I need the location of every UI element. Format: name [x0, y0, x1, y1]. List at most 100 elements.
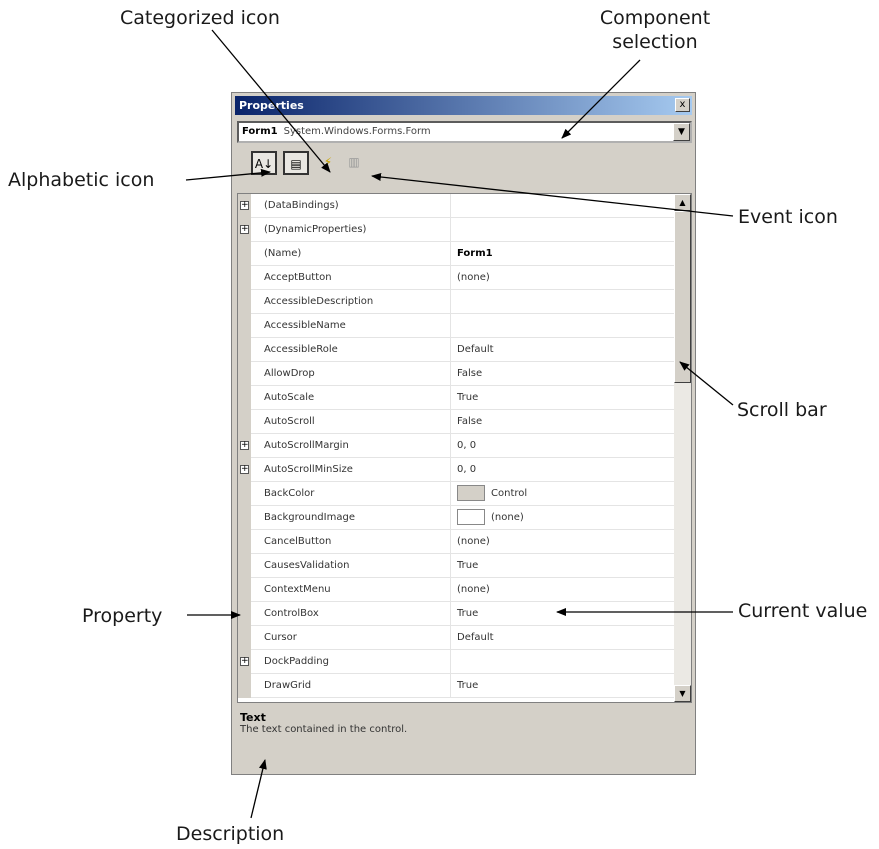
property-value[interactable]: True — [457, 554, 478, 578]
property-value-text: False — [457, 416, 483, 427]
property-name: (Name) — [264, 242, 451, 266]
property-value[interactable]: True — [457, 674, 478, 698]
callout-categorized-icon: Categorized icon — [120, 7, 280, 29]
row-gutter — [238, 314, 251, 338]
row-gutter — [238, 242, 251, 266]
expand-icon[interactable]: + — [240, 657, 249, 666]
property-value-text: True — [457, 608, 479, 619]
property-value-text: False — [457, 368, 483, 379]
description-title: Text — [240, 711, 266, 724]
property-row[interactable]: AutoScroll False — [238, 410, 691, 434]
property-value[interactable]: Form1 — [457, 242, 493, 266]
expand-icon[interactable]: + — [240, 201, 249, 210]
property-value[interactable]: False — [457, 362, 482, 386]
expand-icon[interactable]: + — [240, 441, 249, 450]
chevron-down-icon[interactable]: ▼ — [673, 123, 690, 141]
callout-description: Description — [176, 823, 285, 845]
property-row[interactable]: AccessibleName — [238, 314, 691, 338]
property-rows: + (DataBindings) + (DynamicProperties) (Name… — [238, 194, 691, 698]
row-gutter — [238, 554, 251, 578]
property-name: DrawGrid — [264, 674, 451, 698]
property-name: AutoScrollMinSize — [264, 458, 451, 482]
property-row[interactable]: ControlBox True — [238, 602, 691, 626]
property-value[interactable]: Control — [457, 482, 527, 506]
property-value-text: True — [457, 680, 479, 691]
callout-component-selection-line1: Component — [599, 7, 711, 29]
property-row[interactable]: + AutoScrollMargin 0, 0 — [238, 434, 691, 458]
property-value[interactable]: Default — [457, 626, 494, 650]
property-value[interactable]: (none) — [457, 530, 490, 554]
event-icon[interactable]: ⚡ — [315, 151, 341, 175]
property-value-text: Default — [457, 344, 494, 355]
property-value[interactable]: True — [457, 386, 478, 410]
property-value[interactable]: (none) — [457, 266, 490, 290]
property-row[interactable]: BackColor Control — [238, 482, 691, 506]
alphabetic-icon[interactable]: A↓ — [251, 151, 277, 175]
property-row[interactable]: + DockPadding — [238, 650, 691, 674]
row-gutter — [238, 674, 251, 698]
property-name: CancelButton — [264, 530, 451, 554]
scroll-up-icon[interactable]: ▲ — [674, 194, 691, 211]
property-pages-icon[interactable]: ▥ — [341, 151, 367, 175]
property-value[interactable]: False — [457, 410, 482, 434]
callout-property: Property — [82, 605, 163, 627]
property-value[interactable]: True — [457, 602, 478, 626]
property-name: ContextMenu — [264, 578, 451, 602]
property-name: AllowDrop — [264, 362, 451, 386]
property-row[interactable]: AccessibleRole Default — [238, 338, 691, 362]
property-value-text: 0, 0 — [457, 464, 477, 475]
scroll-bar[interactable]: ▲ ▼ — [674, 194, 691, 702]
property-name: AccessibleName — [264, 314, 451, 338]
callout-alphabetic-icon: Alphabetic icon — [8, 169, 155, 191]
property-name: AcceptButton — [264, 266, 451, 290]
description-pane: Text The text contained in the control. — [237, 707, 692, 769]
expand-icon[interactable]: + — [240, 225, 249, 234]
row-gutter — [238, 338, 251, 362]
property-value-text: Form1 — [457, 248, 493, 259]
close-button[interactable]: x — [675, 98, 690, 112]
property-value-text: True — [457, 392, 479, 403]
callout-event-icon: Event icon — [738, 206, 838, 228]
property-value[interactable]: 0, 0 — [457, 458, 476, 482]
property-name: ControlBox — [264, 602, 451, 626]
property-row[interactable]: + AutoScrollMinSize 0, 0 — [238, 458, 691, 482]
window-title: Properties — [239, 99, 304, 112]
categorized-icon[interactable]: ▤ — [283, 151, 309, 175]
row-gutter — [238, 506, 251, 530]
property-name: AccessibleRole — [264, 338, 451, 362]
property-value-text: (none) — [457, 584, 490, 595]
component-selector[interactable]: Form1 System.Windows.Forms.Form ▼ — [237, 121, 692, 143]
property-row[interactable]: AutoScale True — [238, 386, 691, 410]
property-row[interactable]: AllowDrop False — [238, 362, 691, 386]
property-row[interactable]: BackgroundImage (none) — [238, 506, 691, 530]
expand-icon[interactable]: + — [240, 465, 249, 474]
component-name: Form1 — [242, 126, 278, 137]
scroll-thumb[interactable] — [674, 211, 691, 383]
color-swatch — [457, 485, 485, 501]
row-gutter — [238, 266, 251, 290]
property-value[interactable]: (none) — [457, 578, 490, 602]
property-row[interactable]: CancelButton (none) — [238, 530, 691, 554]
scroll-down-icon[interactable]: ▼ — [674, 685, 691, 702]
property-value[interactable]: (none) — [457, 506, 524, 530]
property-row[interactable]: ContextMenu (none) — [238, 578, 691, 602]
component-type: System.Windows.Forms.Form — [283, 126, 431, 137]
property-value[interactable]: 0, 0 — [457, 434, 476, 458]
property-row[interactable]: + (DynamicProperties) — [238, 218, 691, 242]
title-bar: Properties x — [235, 96, 692, 115]
property-name: BackColor — [264, 482, 451, 506]
property-row[interactable]: (Name) Form1 — [238, 242, 691, 266]
property-name: (DataBindings) — [264, 194, 451, 218]
property-name: DockPadding — [264, 650, 451, 674]
row-gutter — [238, 386, 251, 410]
property-row[interactable]: DrawGrid True — [238, 674, 691, 698]
property-value[interactable]: Default — [457, 338, 494, 362]
property-value-text: Control — [491, 488, 528, 499]
property-row[interactable]: Cursor Default — [238, 626, 691, 650]
property-row[interactable]: CausesValidation True — [238, 554, 691, 578]
property-row[interactable]: + (DataBindings) — [238, 194, 691, 218]
property-row[interactable]: AccessibleDescription — [238, 290, 691, 314]
row-gutter — [238, 482, 251, 506]
property-row[interactable]: AcceptButton (none) — [238, 266, 691, 290]
property-name: BackgroundImage — [264, 506, 451, 530]
